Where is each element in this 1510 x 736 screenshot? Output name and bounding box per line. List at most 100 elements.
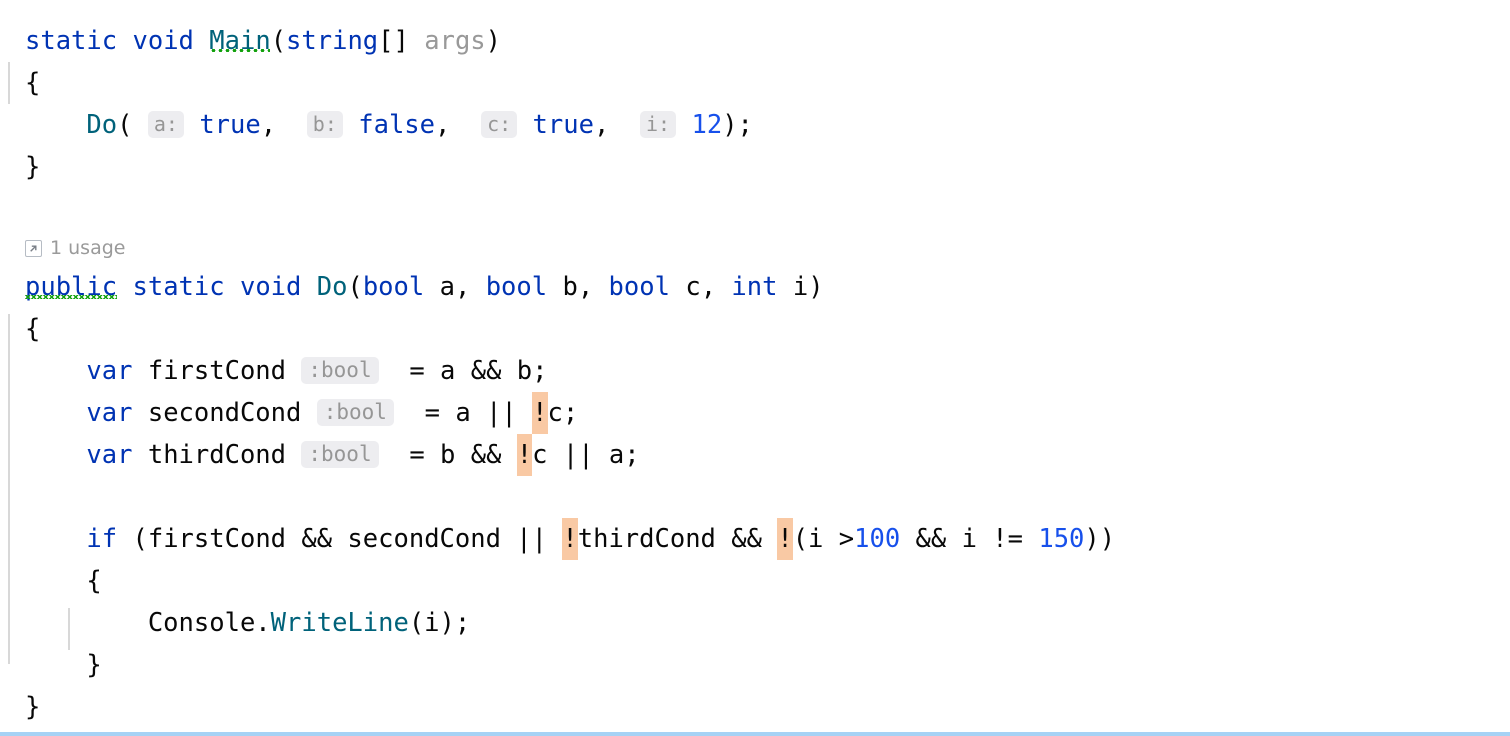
method-name-do[interactable]: Do bbox=[317, 272, 348, 302]
expression-thirdcond-suffix: c || a; bbox=[532, 440, 640, 470]
code-editor[interactable]: static void Main(string[] args) { Do( a:… bbox=[0, 0, 1510, 736]
inlay-hint-param-i[interactable]: i: bbox=[640, 111, 677, 138]
keyword-public: public bbox=[25, 272, 118, 302]
inlay-hint-type-thirdcond[interactable]: :bool bbox=[301, 441, 379, 468]
method-call-writeline[interactable]: WriteLine bbox=[271, 608, 409, 638]
method-name-main[interactable]: Main bbox=[209, 26, 270, 56]
code-line-15[interactable]: } bbox=[25, 644, 1510, 686]
if-condition-part-2: thirdCond && bbox=[577, 524, 778, 554]
brace-close-main: } bbox=[25, 152, 41, 182]
paren-open: ( bbox=[270, 26, 287, 56]
keyword-bool-3: bool bbox=[608, 272, 670, 302]
inlay-hint-type-firstcond[interactable]: :bool bbox=[301, 357, 379, 384]
comma: , bbox=[577, 272, 609, 302]
highlighted-not-operator[interactable]: ! bbox=[777, 518, 793, 560]
keyword-bool-1: bool bbox=[362, 272, 425, 302]
if-condition-part-3: (i > bbox=[792, 524, 855, 554]
writeline-arguments: (i); bbox=[408, 608, 471, 638]
code-line-14[interactable]: Console.WriteLine(i); bbox=[25, 602, 1510, 644]
comma: , bbox=[700, 272, 732, 302]
highlighted-not-operator[interactable]: ! bbox=[562, 518, 578, 560]
keyword-string: string bbox=[286, 26, 379, 56]
inlay-hint-param-c[interactable]: c: bbox=[481, 111, 518, 138]
indent-guide-do-body bbox=[8, 314, 10, 664]
literal-false-b: false bbox=[358, 110, 436, 140]
indent-guide-main bbox=[8, 62, 10, 104]
keyword-bool-2: bool bbox=[485, 272, 548, 302]
code-line-5-blank[interactable] bbox=[25, 188, 1510, 230]
if-condition-part-4: && i != bbox=[900, 524, 1039, 554]
type-console: Console bbox=[147, 608, 256, 638]
brace-close-if: } bbox=[86, 650, 102, 680]
expression-secondcond-prefix: = a || bbox=[424, 398, 533, 428]
code-line-7[interactable]: { bbox=[25, 308, 1510, 350]
param-a: a bbox=[439, 272, 455, 302]
method-call-do[interactable]: Do bbox=[86, 110, 117, 140]
code-line-16[interactable]: } bbox=[25, 686, 1510, 728]
if-condition-part-5: )) bbox=[1084, 524, 1116, 554]
keyword-if: if bbox=[86, 524, 118, 554]
code-line-2[interactable]: { bbox=[25, 62, 1510, 104]
code-line-1[interactable]: static void Main(string[] args) bbox=[25, 20, 1510, 62]
keyword-int: int bbox=[731, 272, 778, 302]
comma: , bbox=[593, 110, 641, 140]
keyword-void: void bbox=[239, 272, 302, 302]
brace-close-do: } bbox=[25, 692, 41, 722]
code-vision-usages[interactable]: 1 usage bbox=[25, 230, 1510, 266]
keyword-var: var bbox=[86, 356, 133, 386]
keyword-var: var bbox=[86, 398, 133, 428]
paren-close-semicolon: ); bbox=[722, 110, 753, 140]
code-vision-label[interactable]: 1 usage bbox=[50, 230, 125, 266]
keyword-var: var bbox=[86, 440, 133, 470]
code-line-8[interactable]: var firstCond :bool = a && b; bbox=[25, 350, 1510, 392]
keyword-void: void bbox=[132, 26, 194, 56]
code-line-10[interactable]: var thirdCond :bool = b && !c || a; bbox=[25, 434, 1510, 476]
brace-open-do: { bbox=[25, 314, 41, 344]
code-line-4[interactable]: } bbox=[25, 146, 1510, 188]
inlay-hint-param-a[interactable]: a: bbox=[147, 111, 184, 138]
code-line-12[interactable]: if (firstCond && secondCond || !thirdCon… bbox=[25, 518, 1510, 560]
keyword-static: static bbox=[25, 26, 118, 56]
literal-true-a: true bbox=[199, 110, 261, 140]
code-line-9[interactable]: var secondCond :bool = a || !c; bbox=[25, 392, 1510, 434]
code-line-3[interactable]: Do( a: true, b: false, c: true, i: 12); bbox=[25, 104, 1510, 146]
code-line-6[interactable]: public static void Do(bool a, bool b, bo… bbox=[25, 266, 1510, 308]
code-text-area[interactable]: static void Main(string[] args) { Do( a:… bbox=[0, 0, 1510, 732]
inlay-hint-type-secondcond[interactable]: :bool bbox=[316, 399, 394, 426]
inlay-hint-param-b[interactable]: b: bbox=[306, 111, 343, 138]
code-line-13[interactable]: { bbox=[25, 560, 1510, 602]
literal-number-12: 12 bbox=[691, 110, 723, 140]
if-condition-part-1: (firstCond && secondCond || bbox=[132, 524, 563, 554]
code-line-11-blank[interactable] bbox=[25, 476, 1510, 518]
highlighted-not-operator[interactable]: ! bbox=[532, 392, 548, 434]
dot-operator: . bbox=[255, 608, 271, 638]
expression-firstcond: = a && b; bbox=[409, 356, 548, 386]
paren-close: ) bbox=[808, 272, 824, 302]
highlighted-not-operator[interactable]: ! bbox=[516, 434, 533, 476]
expression-thirdcond-prefix: = b && bbox=[409, 440, 517, 470]
